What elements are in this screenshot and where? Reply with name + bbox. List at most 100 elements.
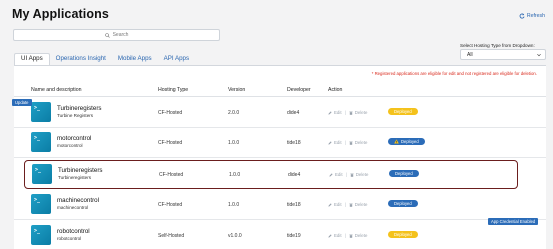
row-actions: Edit | Delete (328, 140, 367, 145)
apps-panel: * Registered applications are eligible f… (14, 65, 546, 249)
version: 1.0.0 (228, 140, 240, 146)
search-input[interactable]: Search (13, 29, 220, 41)
refresh-label: Refresh (526, 13, 545, 19)
pencil-icon (328, 202, 332, 207)
column-hosting-type: Hosting Type (158, 87, 189, 93)
hosting-type: CF-Hosted (159, 172, 184, 178)
app-name[interactable]: machinecontrol (57, 197, 99, 204)
terminal-icon: >_ (31, 194, 51, 214)
delete-button[interactable]: Delete (355, 110, 368, 115)
refresh-icon (519, 13, 525, 19)
table-row[interactable]: >_ motorcontrol motorcontrol CF-Hosted 1… (14, 129, 546, 158)
status-label: Deployed (395, 171, 413, 176)
developer: tide18 (287, 202, 301, 208)
app-name[interactable]: motorcontrol (57, 135, 91, 142)
column-action: Action (328, 87, 343, 93)
version: 1.0.0 (229, 172, 241, 178)
terminal-icon: >_ (31, 102, 51, 122)
status-label: Deployed (394, 232, 412, 237)
action-separator: | (344, 233, 346, 238)
developer: tide18 (287, 140, 301, 146)
hosting-type-value: All (467, 51, 473, 58)
delete-button[interactable]: Delete (356, 172, 369, 177)
refresh-button[interactable]: Refresh (519, 13, 545, 19)
pencil-icon (328, 140, 332, 145)
trash-icon (349, 203, 353, 207)
action-separator: | (344, 140, 346, 145)
page-title: My Applications (12, 7, 109, 21)
terminal-icon: >_ (32, 164, 52, 184)
warning-icon (394, 139, 399, 144)
app-credential-tag: App Credential Enabled (488, 218, 539, 225)
delete-button[interactable]: Delete (355, 202, 368, 207)
tab-api-apps[interactable]: API Apps (158, 53, 195, 65)
edit-button[interactable]: Edit (334, 110, 342, 115)
hosting-type-select[interactable]: All (460, 49, 546, 60)
pencil-icon (328, 233, 332, 238)
edit-button[interactable]: Edit (334, 140, 342, 145)
hosting-type: CF-Hosted (158, 202, 183, 208)
table-row[interactable]: >_ Turbineregisters Turbineregisters CF-… (24, 160, 518, 189)
trash-icon (350, 173, 354, 177)
developer: dide4 (288, 172, 301, 178)
trash-icon (349, 111, 353, 115)
version: 1.0.0 (228, 202, 240, 208)
status-label: Deployed (394, 201, 412, 206)
table-row[interactable]: >_ machinecontrol machinecontrol CF-Host… (14, 191, 546, 220)
terminal-icon: >_ (31, 225, 51, 245)
action-separator: | (344, 110, 346, 115)
status-badge: Deployed (388, 138, 425, 145)
registration-note: * Registered applications are eligible f… (371, 71, 537, 76)
action-separator: | (344, 202, 346, 207)
column-developer: Developer (287, 87, 311, 93)
edit-button[interactable]: Edit (334, 233, 342, 238)
pencil-icon (328, 110, 332, 115)
table-row[interactable]: >_ robotcontrol robotcontrol Self-Hosted… (14, 222, 546, 249)
developer: dide4 (287, 110, 300, 116)
terminal-icon: >_ (31, 132, 51, 152)
app-description: robotcontrol (57, 236, 82, 241)
hosting-filter-label: Select Hosting Type from Dropdown: (460, 43, 535, 48)
update-tag[interactable]: Update (12, 99, 32, 106)
trash-icon (349, 141, 353, 145)
header-divider (14, 96, 546, 97)
row-actions: Edit | Delete (328, 110, 367, 115)
tab-mobile-apps[interactable]: Mobile Apps (112, 53, 158, 65)
version: 2.0.0 (228, 110, 240, 116)
delete-button[interactable]: Delete (355, 233, 368, 238)
app-type-tabs: UI Apps Operations Insight Mobile Apps A… (14, 53, 195, 65)
hosting-type: CF-Hosted (158, 110, 183, 116)
search-icon (104, 32, 110, 38)
table-row[interactable]: >_ Turbineregisters Turbine Registers CF… (14, 99, 546, 128)
row-actions: Edit | Delete (329, 172, 368, 177)
edit-button[interactable]: Edit (334, 202, 342, 207)
tab-ui-apps[interactable]: UI Apps (14, 53, 50, 65)
column-name: Name and description (31, 87, 82, 93)
tab-operations-insight[interactable]: Operations Insight (50, 53, 112, 65)
column-version: Version (228, 87, 246, 93)
chevron-down-icon (537, 53, 541, 56)
action-separator: | (345, 172, 347, 177)
status-badge: Deployed (388, 200, 418, 207)
app-name[interactable]: Turbineregisters (57, 105, 101, 112)
row-actions: Edit | Delete (328, 233, 367, 238)
app-description: Turbine Registers (57, 113, 94, 118)
developer: tide19 (287, 233, 301, 239)
status-badge: Deployed (389, 170, 419, 177)
trash-icon (349, 234, 353, 238)
row-actions: Edit | Delete (328, 202, 367, 207)
app-description: Turbineregisters (58, 175, 92, 180)
hosting-type: Self-Hosted (158, 233, 185, 239)
app-description: machinecontrol (57, 205, 89, 210)
status-badge: Deployed (388, 108, 418, 115)
search-placeholder: Search (112, 32, 129, 38)
delete-button[interactable]: Delete (355, 140, 368, 145)
app-name[interactable]: robotcontrol (57, 228, 90, 235)
version: v1.0.0 (228, 233, 242, 239)
app-name[interactable]: Turbineregisters (58, 167, 102, 174)
status-label: Deployed (401, 139, 419, 144)
table-header: Name and description Hosting Type Versio… (14, 85, 546, 96)
app-description: motorcontrol (57, 143, 83, 148)
edit-button[interactable]: Edit (335, 172, 343, 177)
hosting-type: CF-Hosted (158, 140, 183, 146)
